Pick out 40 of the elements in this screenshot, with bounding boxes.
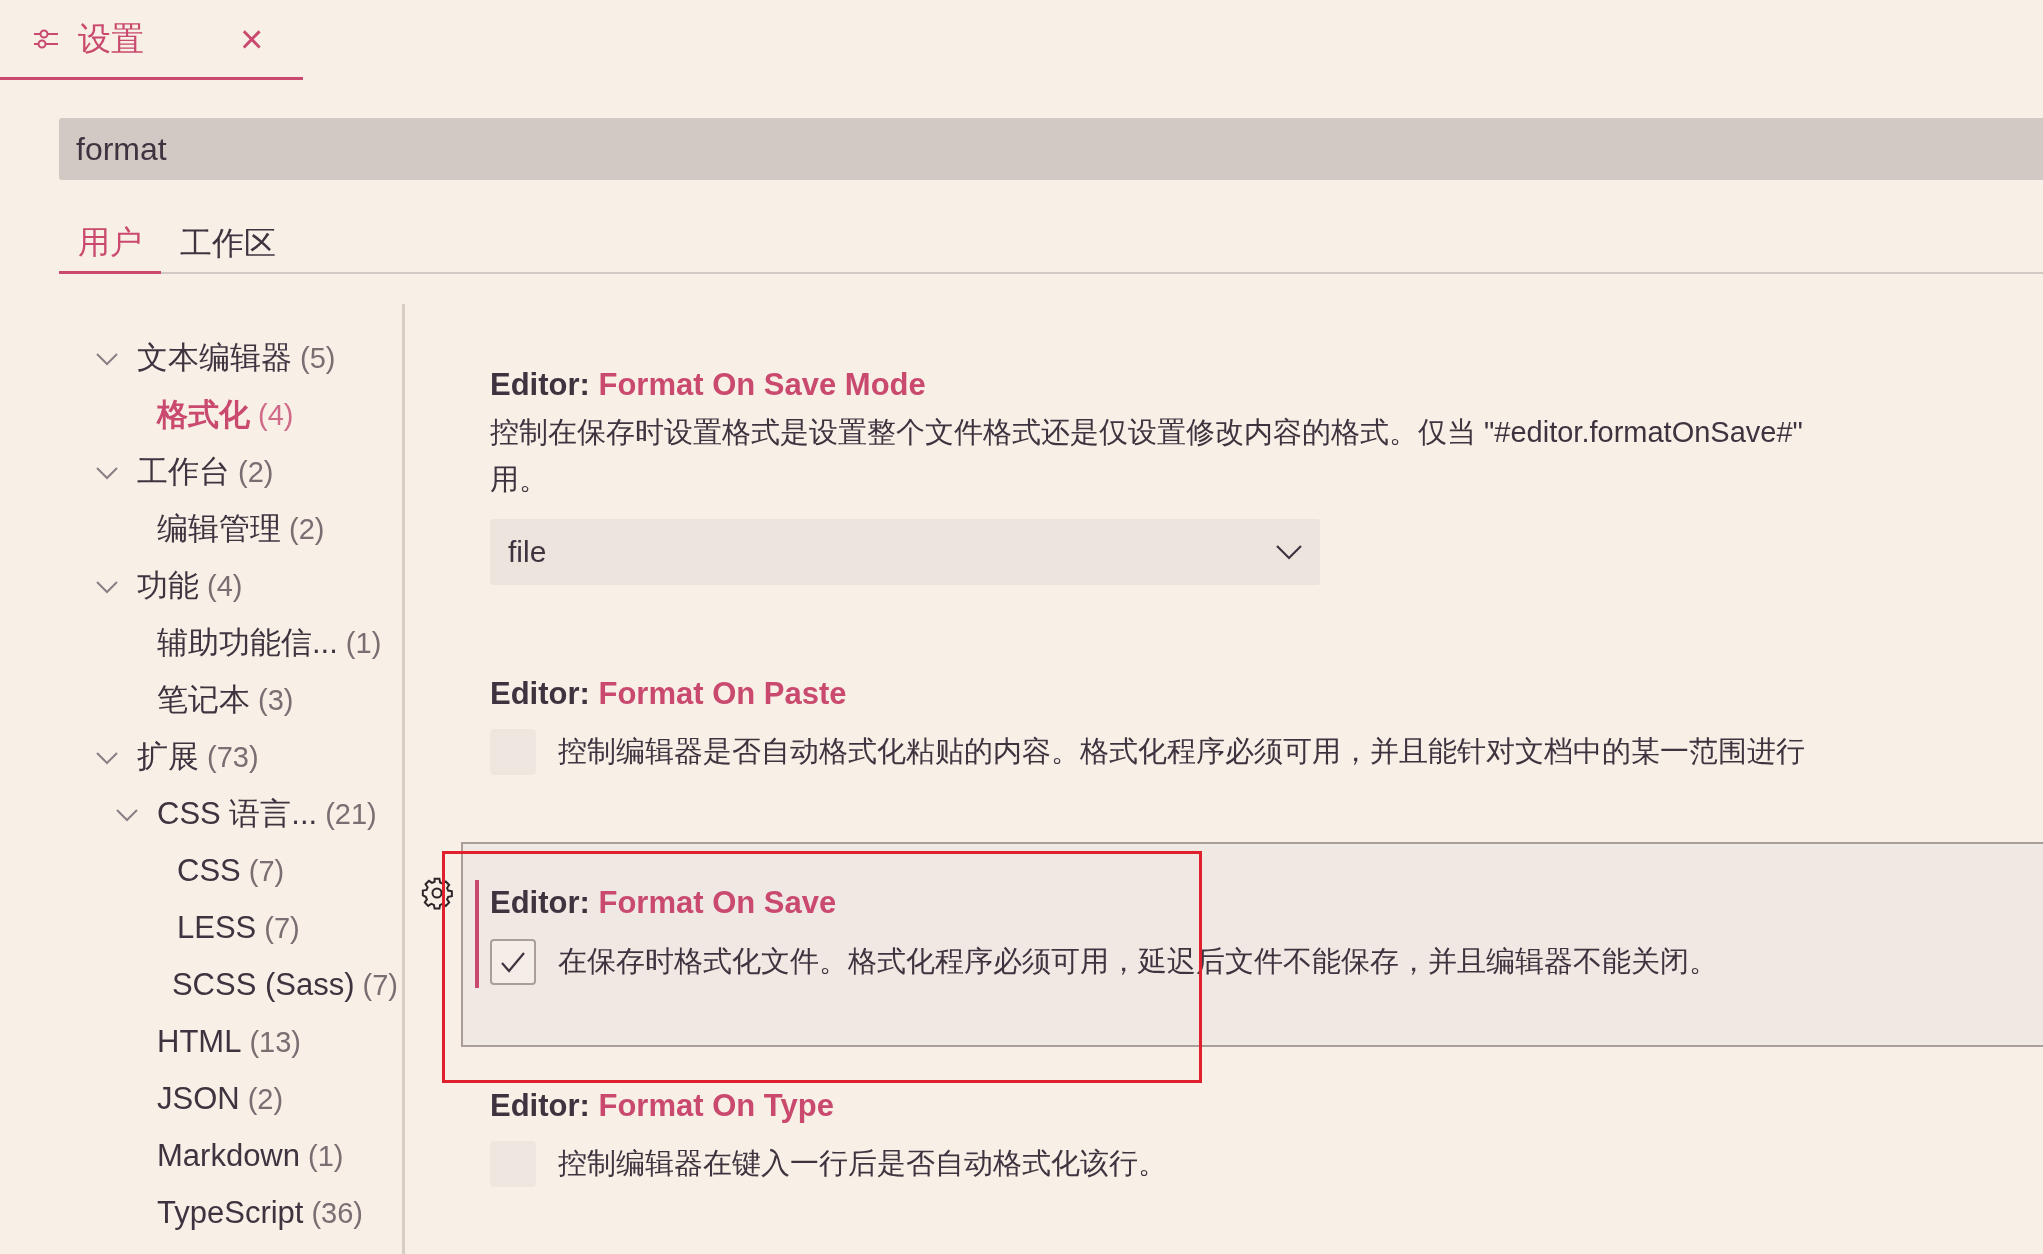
- setting-description: 控制在保存时设置格式是设置整个文件格式还是仅设置修改内容的格式。仅当 "#editor.formatOnSave#": [490, 414, 1803, 450]
- tree-item[interactable]: 功能 (4): [0, 558, 402, 615]
- tree-item[interactable]: Markdown (1): [0, 1128, 402, 1185]
- dropdown[interactable]: file: [490, 518, 1320, 585]
- gear-icon[interactable]: [420, 876, 454, 910]
- setting-description: 控制编辑器在键入一行后是否自动格式化该行。: [558, 1146, 1167, 1182]
- tree-item[interactable]: JSON (2): [0, 1071, 402, 1128]
- tree-item[interactable]: LESS (7): [0, 900, 402, 957]
- tab-title: 设置: [78, 18, 144, 59]
- setting-description: 控制编辑器是否自动格式化粘贴的内容。格式化程序必须可用，并且能针对文档中的某一范围进行: [558, 734, 1805, 770]
- setting-title: Editor: Format On Save Mode: [490, 366, 926, 404]
- chevron-down-icon: [96, 750, 118, 765]
- tree-item[interactable]: CSS (7): [0, 843, 402, 900]
- tree-item[interactable]: SCSS (Sass) (7): [0, 957, 402, 1014]
- chevron-down-icon: [96, 579, 118, 594]
- tree-item[interactable]: 工作台 (2): [0, 444, 402, 501]
- setting-title: Editor: Format On Type: [490, 1086, 834, 1125]
- close-button[interactable]: ×: [240, 18, 264, 59]
- tree-item[interactable]: 笔记本 (3): [0, 672, 402, 729]
- checkbox[interactable]: [490, 938, 536, 985]
- scope-tab[interactable]: 工作区: [161, 212, 295, 274]
- tree-item[interactable]: 格式化 (4): [0, 387, 402, 444]
- setting-title: Editor: Format On Save: [490, 884, 837, 922]
- chevron-down-icon: [116, 807, 138, 822]
- tree-item[interactable]: 扩展 (73): [0, 729, 402, 786]
- tree-item[interactable]: CSS 语言... (21): [0, 786, 402, 843]
- settings-editor-tab[interactable]: 设置 ×: [0, 0, 303, 80]
- tree-item[interactable]: HTML (13): [0, 1014, 402, 1071]
- chevron-down-icon: [96, 351, 118, 366]
- tree-item[interactable]: 辅助功能信... (1): [0, 615, 402, 672]
- chevron-down-icon: [96, 465, 118, 480]
- search-field[interactable]: format: [59, 118, 2043, 180]
- scope-tab[interactable]: 用户: [59, 212, 161, 274]
- setting-title: Editor: Format On Paste: [490, 674, 847, 713]
- chevron-down-icon: [1276, 543, 1302, 560]
- setting-description: 用。: [490, 461, 548, 497]
- sliders-icon: [32, 27, 60, 50]
- tree-item[interactable]: TypeScript (36): [0, 1185, 402, 1242]
- tree-item[interactable]: 编辑管理 (2): [0, 501, 402, 558]
- tree-item[interactable]: 文本编辑器 (5): [0, 330, 402, 387]
